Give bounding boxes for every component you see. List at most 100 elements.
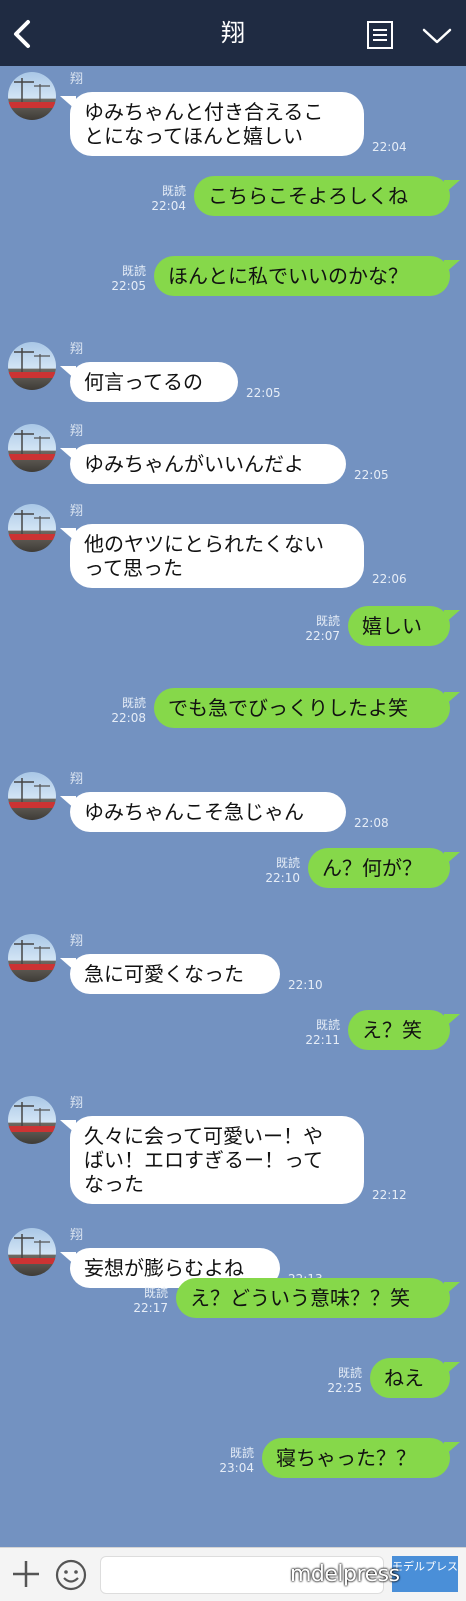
message-row: 既読 22:11 え？笑 bbox=[0, 1010, 466, 1090]
plus-icon bbox=[13, 1561, 39, 1587]
chat-header: 翔 bbox=[0, 0, 466, 66]
incoming-message[interactable]: 何言ってるの bbox=[70, 362, 238, 402]
message-meta: 既読 23:04 bbox=[219, 1446, 254, 1476]
more-button[interactable] bbox=[420, 24, 454, 48]
message-time: 22:04 bbox=[151, 199, 186, 213]
message-text: ゆみちゃんこそ急じゃん bbox=[84, 800, 304, 824]
incoming-message[interactable]: 急に可愛くなった bbox=[70, 954, 280, 994]
outgoing-message[interactable]: え？どういう意味？？笑 bbox=[176, 1278, 450, 1318]
sender-name: 翔 bbox=[70, 504, 84, 519]
message-text: 何言ってるの bbox=[84, 370, 203, 394]
message-text: こちらこそよろしくね bbox=[208, 184, 408, 208]
message-text: ばい！エロすぎるー！って bbox=[84, 1148, 323, 1172]
notes-button[interactable] bbox=[366, 20, 396, 50]
avatar[interactable] bbox=[8, 1096, 56, 1144]
message-row: 既読 23:04 寝ちゃった？？ bbox=[0, 1438, 466, 1518]
sender-name: 翔 bbox=[70, 72, 84, 87]
watermark-logo: mdelpress bbox=[290, 1562, 400, 1587]
message-row: 翔 22:04 ゆみちゃんと付き合えるこ とになってほんと嬉しい bbox=[0, 66, 466, 170]
outgoing-message[interactable]: 寝ちゃった？？ bbox=[262, 1438, 450, 1478]
smiley-icon bbox=[55, 1559, 87, 1591]
sender-name: 翔 bbox=[70, 342, 84, 357]
read-receipt: 既読 bbox=[315, 614, 340, 628]
message-time: 23:04 bbox=[219, 1461, 254, 1475]
message-text: え？どういう意味？？笑 bbox=[190, 1286, 410, 1310]
incoming-message[interactable]: ゆみちゃんこそ急じゃん bbox=[70, 792, 346, 832]
message-time: 22:05 bbox=[354, 468, 389, 482]
message-text: ゆみちゃんと付き合えるこ bbox=[84, 100, 324, 124]
message-row: 既読 22:05 ほんとに私でいいのかな？ bbox=[0, 256, 466, 336]
incoming-message[interactable]: ゆみちゃんと付き合えるこ とになってほんと嬉しい bbox=[70, 92, 364, 156]
sender-name: 翔 bbox=[70, 1096, 84, 1111]
outgoing-message[interactable]: こちらこそよろしくね bbox=[194, 176, 450, 216]
sender-name: 翔 bbox=[70, 772, 84, 787]
message-text: 嬉しい bbox=[362, 614, 422, 638]
message-text: 他のヤツにとられたくない bbox=[84, 532, 324, 556]
outgoing-message[interactable]: ほんとに私でいいのかな？ bbox=[154, 256, 450, 296]
message-row: 翔 22:05 ゆみちゃんがいいんだよ bbox=[0, 418, 466, 498]
outgoing-message[interactable]: え？笑 bbox=[348, 1010, 450, 1050]
avatar[interactable] bbox=[8, 934, 56, 982]
sender-name: 翔 bbox=[70, 934, 84, 949]
outgoing-message[interactable]: ん？何が？ bbox=[308, 848, 450, 888]
notes-icon bbox=[367, 21, 393, 49]
avatar[interactable] bbox=[8, 72, 56, 120]
avatar[interactable] bbox=[8, 424, 56, 472]
message-row: 翔 22:10 急に可愛くなった bbox=[0, 928, 466, 1008]
message-text: って思った bbox=[84, 556, 183, 580]
message-text: 久々に会って可愛いー！や bbox=[84, 1124, 323, 1148]
plus-button[interactable] bbox=[10, 1558, 42, 1590]
message-meta: 既読 22:05 bbox=[111, 264, 146, 294]
sender-name: 翔 bbox=[70, 1228, 84, 1243]
message-time: 22:10 bbox=[288, 978, 323, 992]
avatar[interactable] bbox=[8, 504, 56, 552]
message-time: 22:12 bbox=[372, 1188, 407, 1202]
outgoing-message[interactable]: 嬉しい bbox=[348, 606, 450, 646]
message-text: ねえ bbox=[384, 1366, 424, 1390]
message-text: なった bbox=[84, 1172, 144, 1196]
message-text: 妄想が膨らむよね bbox=[84, 1256, 244, 1280]
message-meta: 既読 22:07 bbox=[305, 614, 340, 644]
message-row: 翔 22:08 ゆみちゃんこそ急じゃん bbox=[0, 766, 466, 846]
sender-name: 翔 bbox=[70, 424, 84, 439]
message-text: え？笑 bbox=[362, 1018, 422, 1042]
message-meta: 既読 22:11 bbox=[305, 1018, 340, 1048]
message-row: 翔 22:05 何言ってるの bbox=[0, 336, 466, 416]
incoming-message[interactable]: 久々に会って可愛いー！や ばい！エロすぎるー！って なった bbox=[70, 1116, 364, 1204]
message-time: 22:11 bbox=[305, 1033, 340, 1047]
message-time: 22:10 bbox=[265, 871, 300, 885]
read-receipt: 既読 bbox=[143, 1286, 168, 1300]
message-meta: 既読 22:10 bbox=[265, 856, 300, 886]
avatar[interactable] bbox=[8, 342, 56, 390]
incoming-message[interactable]: ゆみちゃんがいいんだよ bbox=[70, 444, 346, 484]
message-text: 急に可愛くなった bbox=[84, 962, 244, 986]
message-row: 既読 22:17 え？どういう意味？？笑 bbox=[0, 1278, 466, 1358]
message-time: 22:04 bbox=[372, 140, 407, 154]
read-receipt: 既読 bbox=[315, 1018, 340, 1032]
message-list[interactable]: 翔 22:04 ゆみちゃんと付き合えるこ とになってほんと嬉しい 既読 22:04 こちらこ… bbox=[0, 66, 466, 1547]
read-receipt: 既読 bbox=[275, 856, 300, 870]
message-time: 22:07 bbox=[305, 629, 340, 643]
message-row: 既読 22:04 こちらこそよろしくね bbox=[0, 176, 466, 256]
read-receipt: 既読 bbox=[229, 1446, 254, 1460]
outgoing-message[interactable]: ねえ bbox=[370, 1358, 450, 1398]
message-meta: 既読 22:25 bbox=[327, 1366, 362, 1396]
message-time: 22:06 bbox=[372, 572, 407, 586]
avatar[interactable] bbox=[8, 772, 56, 820]
message-row: 既読 22:25 ねえ bbox=[0, 1358, 466, 1438]
emoji-button[interactable] bbox=[54, 1558, 88, 1592]
message-time: 22:08 bbox=[111, 711, 146, 725]
message-meta: 既読 22:04 bbox=[151, 184, 186, 214]
message-row: 既読 22:08 でも急でびっくりしたよ笑 bbox=[0, 688, 466, 768]
send-button[interactable]: モデルプレス bbox=[392, 1556, 458, 1592]
outgoing-message[interactable]: でも急でびっくりしたよ笑 bbox=[154, 688, 450, 728]
message-text: ほんとに私でいいのかな？ bbox=[168, 264, 408, 288]
message-text: ん？何が？ bbox=[322, 856, 422, 880]
incoming-message[interactable]: 他のヤツにとられたくない って思った bbox=[70, 524, 364, 588]
avatar[interactable] bbox=[8, 1228, 56, 1276]
message-time: 22:08 bbox=[354, 816, 389, 830]
message-text: ゆみちゃんがいいんだよ bbox=[84, 452, 304, 476]
read-receipt: 既読 bbox=[161, 184, 186, 198]
message-row: 既読 22:10 ん？何が？ bbox=[0, 848, 466, 928]
message-row: 既読 22:07 嬉しい bbox=[0, 606, 466, 686]
